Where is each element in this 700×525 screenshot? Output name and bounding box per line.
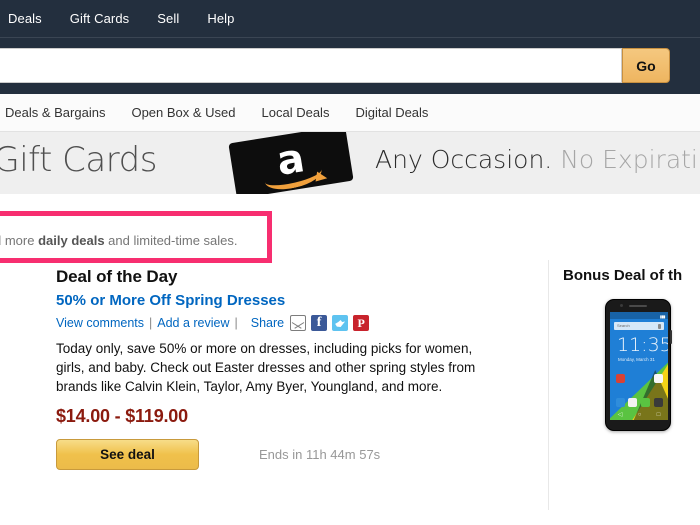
email-share-icon[interactable]	[290, 315, 307, 331]
phone-power-button-icon	[670, 330, 672, 344]
banner-any-occasion: Any Occasion.	[375, 145, 553, 174]
search-go-button[interactable]: Go	[622, 48, 670, 83]
deal-of-the-day-section: Deal of the Day 50% or More Off Spring D…	[56, 267, 526, 470]
search-input[interactable]	[0, 49, 621, 82]
anno-prefix: d more	[0, 233, 35, 248]
top-navigation-bar: Deals Gift Cards Sell Help	[0, 0, 700, 38]
deal-product-title-link[interactable]: 50% or More Off Spring Dresses	[56, 292, 526, 309]
phone-status-bar: ▮▮▮	[610, 312, 668, 319]
subnav-open-box-used[interactable]: Open Box & Used	[118, 105, 248, 120]
banner-no-expiration: No Expirati	[560, 145, 698, 174]
view-comments-link[interactable]: View comments	[56, 316, 144, 330]
daily-deals-text: d more daily deals and limited-time sale…	[0, 233, 238, 248]
phone-search-placeholder: Search	[617, 323, 630, 328]
deal-countdown-timer: Ends in 11h 44m 57s	[259, 447, 381, 462]
nav-sell[interactable]: Sell	[143, 0, 193, 38]
banner-left-text: n Gift Cards	[0, 140, 157, 180]
banner-right-text: Any Occasion. No Expirati	[375, 145, 698, 174]
amazon-gift-card-icon: a	[228, 132, 354, 194]
bonus-deal-section: Bonus Deal of th ▮▮▮ Search 11:35 Monday…	[563, 267, 700, 431]
deal-description: Today only, save 50% or more on dresses,…	[56, 341, 476, 394]
phone-front-camera-icon	[620, 304, 623, 307]
gift-card-banner[interactable]: n Gift Cards a Any Occasion. No Expirati	[0, 132, 700, 194]
back-icon: ◁	[617, 412, 623, 418]
nav-help[interactable]: Help	[193, 0, 248, 38]
subnav-local-deals[interactable]: Local Deals	[249, 105, 343, 120]
phone-screen: ▮▮▮ Search 11:35 Monday, March 31 ◁ ○ □	[610, 312, 668, 420]
signal-battery-icon: ▮▮▮	[659, 314, 666, 319]
link-separator-1: |	[149, 316, 153, 330]
phone-earpiece-icon	[629, 305, 647, 307]
camera-app-icon	[654, 398, 663, 407]
phone-date: Monday, March 31	[618, 357, 655, 362]
deal-links-row: View comments | Add a review | Share f P	[56, 314, 526, 332]
amazon-smile-icon	[262, 157, 325, 194]
messages-app-icon	[641, 398, 650, 407]
share-label: Share	[250, 316, 285, 330]
column-divider	[548, 260, 549, 510]
link-separator-2: |	[234, 316, 238, 330]
phone-app-icon	[616, 398, 625, 407]
phone-clock: 11:35	[617, 334, 668, 356]
bonus-deal-product-image[interactable]: ▮▮▮ Search 11:35 Monday, March 31 ◁ ○ □	[605, 299, 672, 431]
search-bar-row: Go	[0, 38, 700, 94]
anno-bold[interactable]: daily deals	[38, 233, 104, 248]
chrome-app-icon	[628, 398, 637, 407]
top-nav-links: Deals Gift Cards Sell Help	[0, 0, 248, 38]
phone-navigation-bar: ◁ ○ □	[610, 411, 668, 419]
pinterest-share-icon[interactable]: P	[353, 315, 370, 331]
facebook-share-icon[interactable]: f	[311, 315, 328, 331]
nav-deals[interactable]: Deals	[0, 0, 56, 38]
deal-of-the-day-heading: Deal of the Day	[56, 267, 178, 286]
recents-icon: □	[656, 411, 661, 418]
twitter-share-icon[interactable]	[332, 315, 349, 331]
sub-navigation-bar: Deals & Bargains Open Box & Used Local D…	[0, 94, 700, 132]
page-root: Deals Gift Cards Sell Help Go Deals & Ba…	[0, 0, 700, 525]
nav-gift-cards[interactable]: Gift Cards	[56, 0, 144, 38]
drive-app-icon	[654, 374, 663, 383]
bonus-deal-heading: Bonus Deal of th	[563, 267, 683, 284]
anno-suffix: and limited-time sales.	[104, 233, 238, 248]
deal-action-row: See deal Ends in 11h 44m 57s	[56, 439, 526, 470]
add-review-link[interactable]: Add a review	[157, 316, 229, 330]
subnav-deals-bargains[interactable]: Deals & Bargains	[0, 105, 118, 120]
deal-price-range: $14.00 - $119.00	[56, 406, 188, 426]
search-box[interactable]	[0, 48, 622, 83]
phone-search-widget: Search	[614, 322, 664, 330]
home-icon: ○	[637, 411, 642, 418]
microphone-icon	[658, 323, 661, 329]
subnav-digital-deals[interactable]: Digital Deals	[342, 105, 441, 120]
gmail-app-icon	[616, 374, 625, 383]
see-deal-button[interactable]: See deal	[56, 439, 199, 470]
